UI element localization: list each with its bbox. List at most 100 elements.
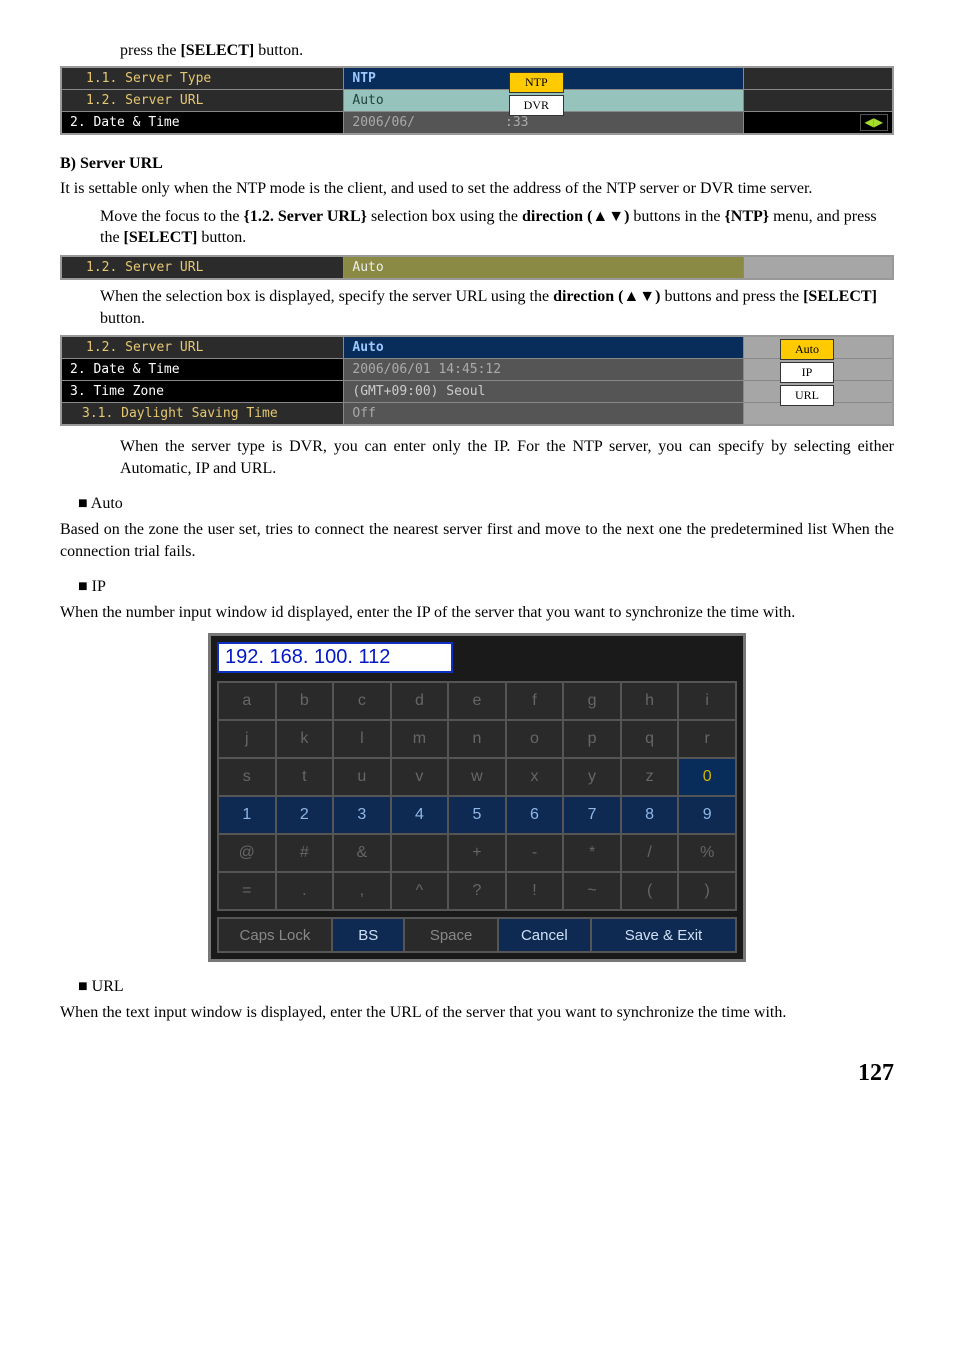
key-slash[interactable]: / [621,834,679,872]
section-b-body: It is settable only when the NTP mode is… [60,178,894,200]
key-6[interactable]: 6 [506,796,564,834]
ip-input-field[interactable]: 192. 168. 100. 112 [217,642,453,673]
key-dot[interactable]: . [276,872,334,910]
key-w[interactable]: w [448,758,506,796]
dropdown-option-auto: Auto [780,339,834,360]
key-o[interactable]: o [506,720,564,758]
value-server-url-3: Auto [344,336,743,359]
key-r[interactable]: r [678,720,736,758]
key-e[interactable]: e [448,682,506,720]
value-dst: Off [344,403,743,426]
action-backspace[interactable]: BS [332,918,405,952]
sub-ip-body: When the number input window id displaye… [60,602,894,624]
key-l[interactable]: l [333,720,391,758]
key-1[interactable]: 1 [218,796,276,834]
key-caret[interactable]: ^ [391,872,449,910]
key-at[interactable]: @ [218,834,276,872]
t: {1.2. Server URL} [244,208,367,225]
key-h[interactable]: h [621,682,679,720]
key-minus[interactable]: - [506,834,564,872]
key-0[interactable]: 0 [678,758,736,796]
key-5[interactable]: 5 [448,796,506,834]
dropdown-popup-ntp-dvr: NTP DVR [509,72,564,116]
menu-item-time-zone: 3. Time Zone [61,381,344,403]
action-save-exit[interactable]: Save & Exit [591,918,736,952]
keypad-window: 192. 168. 100. 112 a b c d e f g h i j k… [208,633,746,962]
key-b[interactable]: b [276,682,334,720]
key-s[interactable]: s [218,758,276,796]
key-i[interactable]: i [678,682,736,720]
key-eq[interactable]: = [218,872,276,910]
key-k[interactable]: k [276,720,334,758]
key-3[interactable]: 3 [333,796,391,834]
t: direction (▲▼) [553,288,660,305]
lead-in-line: press the [SELECT] button. [120,40,894,62]
key-amp[interactable]: & [333,834,391,872]
key-2[interactable]: 2 [276,796,334,834]
t: selection box using the [367,208,522,225]
dropdown-option-url: URL [780,385,834,406]
t: [SELECT] [124,229,198,246]
key-a[interactable]: a [218,682,276,720]
key-g[interactable]: g [563,682,621,720]
figure-server-type: 1.1. Server Type NTP 1.2. Server URL Aut… [60,66,894,135]
key-n[interactable]: n [448,720,506,758]
lead-text: press the [120,42,180,59]
key-j[interactable]: j [218,720,276,758]
key-9[interactable]: 9 [678,796,736,834]
t: [SELECT] [803,288,877,305]
value-date-time: 2006/06/ [352,115,415,130]
key-8[interactable]: 8 [621,796,679,834]
key-4[interactable]: 4 [391,796,449,834]
action-cancel[interactable]: Cancel [498,918,591,952]
menu-item-dst: 3.1. Daylight Saving Time [61,403,344,426]
value-time-zone: (GMT+09:00) Seoul [344,381,743,403]
key-f[interactable]: f [506,682,564,720]
menu-item-date-time-3: 2. Date & Time [61,359,344,381]
key-u[interactable]: u [333,758,391,796]
key-d[interactable]: d [391,682,449,720]
menu-item-server-url: 1.2. Server URL [61,89,344,111]
step-2: When the selection box is displayed, spe… [100,286,894,329]
key-x[interactable]: x [506,758,564,796]
key-y[interactable]: y [563,758,621,796]
key-pct[interactable]: % [678,834,736,872]
key-q[interactable]: q [621,720,679,758]
menu-item-date-time: 2. Date & Time [61,111,344,134]
key-lparen[interactable]: ( [621,872,679,910]
t: buttons in the [629,208,724,225]
key-tilde[interactable]: ~ [563,872,621,910]
key-v[interactable]: v [391,758,449,796]
key-m[interactable]: m [391,720,449,758]
action-space[interactable]: Space [404,918,497,952]
page-number: 127 [60,1060,894,1087]
nav-arrows-icon: ◀▶ [860,114,888,131]
key-7[interactable]: 7 [563,796,621,834]
key-c[interactable]: c [333,682,391,720]
value-server-url-2: Auto [344,256,743,279]
key-plus[interactable]: + [448,834,506,872]
sub-url-body: When the text input window is displayed,… [60,1002,894,1024]
key-hash[interactable]: # [276,834,334,872]
value-date-time-tail: :33 [505,115,528,130]
keypad-action-row: Caps Lock BS Space Cancel Save & Exit [217,917,737,953]
figure-server-url-options: 1.2. Server URL Auto 2. Date & Time 2006… [60,335,894,426]
t: button. [100,310,145,327]
note-after-fig3: When the server type is DVR, you can ent… [120,436,894,479]
key-p[interactable]: p [563,720,621,758]
step-1: Move the focus to the {1.2. Server URL} … [100,206,894,249]
t: {NTP} [725,208,770,225]
key-qmark[interactable]: ? [448,872,506,910]
value-date-time-3: 2006/06/01 14:45:12 [344,359,743,381]
key-t[interactable]: t [276,758,334,796]
key-rparen[interactable]: ) [678,872,736,910]
action-capslock[interactable]: Caps Lock [218,918,332,952]
dropdown-option-ip: IP [780,362,834,383]
key-exc[interactable]: ! [506,872,564,910]
key-comma[interactable]: , [333,872,391,910]
key-star[interactable]: * [563,834,621,872]
key-blank[interactable] [391,834,449,872]
t: Move the focus to the [100,208,244,225]
key-z[interactable]: z [621,758,679,796]
sub-auto-title: ■ Auto [78,493,894,515]
